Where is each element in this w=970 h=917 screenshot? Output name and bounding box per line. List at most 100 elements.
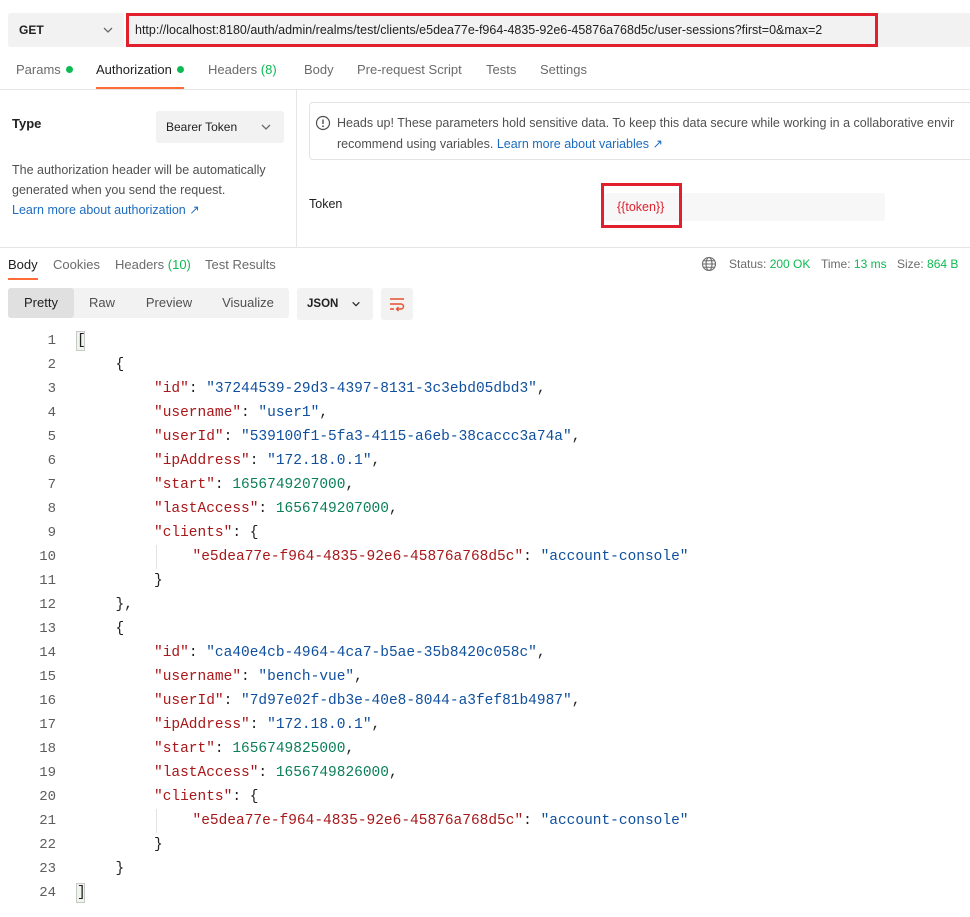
code-text: "e5dea77e-f964-4835-92e6-45876a768d5c": … <box>192 813 689 829</box>
active-dot <box>65 66 73 73</box>
line-number: 22 <box>39 837 56 853</box>
response-time: Time: 13 ms <box>821 257 887 271</box>
line-number: 20 <box>39 789 56 805</box>
learn-more-authorization-link[interactable]: Learn more about authorization ↗ <box>12 203 200 217</box>
code-text: "userId": "7d97e02f-db3e-40e8-8044-a3fef… <box>154 693 581 709</box>
tab-headers[interactable]: Headers (8) <box>208 62 277 77</box>
active-tab-underline <box>8 278 38 280</box>
code-text: "lastAccess": 1656749207000, <box>154 501 398 517</box>
code-text: }, <box>115 597 133 613</box>
auth-help-text: The authorization header will be automat… <box>12 163 266 197</box>
token-highlight-box <box>601 183 682 228</box>
chevron-down-icon <box>261 124 271 130</box>
line-number: 12 <box>39 597 56 613</box>
line-number: 24 <box>39 885 56 901</box>
view-pretty-button[interactable]: Pretty <box>8 288 74 318</box>
tab-params[interactable]: Params <box>16 62 73 77</box>
view-preview-button[interactable]: Preview <box>134 288 204 318</box>
url-highlight-box <box>126 13 878 47</box>
globe-icon[interactable] <box>701 256 717 272</box>
response-tab-headers[interactable]: Headers (10) <box>115 257 191 272</box>
line-number: 23 <box>39 861 56 877</box>
tab-tests[interactable]: Tests <box>486 62 516 77</box>
response-size: Size: 864 B <box>897 257 959 271</box>
chevron-down-icon <box>103 27 113 33</box>
code-text: "lastAccess": 1656749826000, <box>154 765 398 781</box>
code-text: { <box>115 621 125 637</box>
line-number: 7 <box>47 477 56 493</box>
tab-body[interactable]: Body <box>304 62 334 77</box>
indent-guide <box>156 809 157 833</box>
format-value: JSON <box>307 298 339 310</box>
alert-text-line2: recommend using variables. <box>337 137 494 151</box>
line-number: 4 <box>47 405 56 421</box>
code-text: "start": 1656749207000, <box>154 477 355 493</box>
token-label: Token <box>309 197 343 211</box>
info-icon <box>315 115 331 131</box>
code-text: "clients": { <box>154 525 259 541</box>
auth-type-value: Bearer Token <box>166 120 238 134</box>
line-number: 6 <box>47 453 56 469</box>
line-number: 1 <box>47 333 56 349</box>
view-mode-switch: Pretty Raw Preview Visualize <box>8 288 289 318</box>
line-number: 9 <box>47 525 56 541</box>
code-text: } <box>154 837 163 853</box>
code-text: "id": "ca40e4cb-4964-4ca7-b5ae-35b8420c0… <box>154 645 546 661</box>
divider <box>0 89 970 90</box>
sensitive-data-alert: Heads up! These parameters hold sensitiv… <box>309 102 970 160</box>
code-text: "id": "37244539-29d3-4397-8131-3c3ebd05d… <box>154 381 546 397</box>
code-text: ] <box>77 885 86 901</box>
format-select[interactable]: JSON <box>297 288 373 320</box>
method-label: GET <box>19 23 44 37</box>
auth-type-select[interactable]: Bearer Token <box>156 111 284 143</box>
wrap-lines-icon <box>390 298 405 312</box>
wrap-lines-button[interactable] <box>381 288 413 320</box>
view-visualize-button[interactable]: Visualize <box>210 288 286 318</box>
response-tab-body[interactable]: Body <box>8 257 38 280</box>
code-text: "ipAddress": "172.18.0.1", <box>154 717 381 733</box>
learn-more-variables-link[interactable]: Learn more about variables ↗ <box>497 137 663 151</box>
line-number: 11 <box>39 573 56 589</box>
active-dot <box>176 66 184 73</box>
line-number: 19 <box>39 765 56 781</box>
line-number: 21 <box>39 813 56 829</box>
auth-help: The authorization header will be automat… <box>12 160 292 220</box>
line-number: 17 <box>39 717 56 733</box>
code-text: "e5dea77e-f964-4835-92e6-45876a768d5c": … <box>192 549 689 565</box>
response-tab-cookies[interactable]: Cookies <box>53 257 100 272</box>
tab-settings[interactable]: Settings <box>540 62 587 77</box>
method-select[interactable]: GET <box>8 13 124 47</box>
tab-authorization[interactable]: Authorization <box>96 62 184 89</box>
request-tabs: Params Authorization Headers (8) Body Pr… <box>0 62 970 89</box>
divider <box>0 247 970 248</box>
line-number: 15 <box>39 669 56 685</box>
code-text: { <box>115 357 125 373</box>
indent-guide <box>156 545 157 569</box>
line-number: 2 <box>47 357 56 373</box>
line-number: 8 <box>47 501 56 517</box>
response-status: Status: 200 OK <box>729 257 811 271</box>
code-text: [ <box>77 333 86 349</box>
code-text: "ipAddress": "172.18.0.1", <box>154 453 381 469</box>
code-text: "clients": { <box>154 789 259 805</box>
line-number: 3 <box>47 381 56 397</box>
code-text: "userId": "539100f1-5fa3-4115-a6eb-38cac… <box>154 429 581 445</box>
line-number: 5 <box>47 429 56 445</box>
view-raw-button[interactable]: Raw <box>74 288 130 318</box>
alert-text-line1: Heads up! These parameters hold sensitiv… <box>337 116 955 130</box>
line-number: 16 <box>39 693 56 709</box>
code-text: "username": "bench-vue", <box>154 669 363 685</box>
code-text: } <box>154 573 163 589</box>
code-text: "start": 1656749825000, <box>154 741 355 757</box>
line-number: 14 <box>39 645 56 661</box>
code-text: "username": "user1", <box>154 405 329 421</box>
tab-pre-request-script[interactable]: Pre-request Script <box>357 62 462 77</box>
chevron-down-icon <box>352 301 360 307</box>
response-tab-test-results[interactable]: Test Results <box>205 257 276 272</box>
line-number: 10 <box>39 549 56 565</box>
line-number: 13 <box>39 621 56 637</box>
type-label: Type <box>12 116 42 131</box>
line-number: 18 <box>39 741 56 757</box>
code-text: } <box>115 861 125 877</box>
divider <box>296 90 297 247</box>
